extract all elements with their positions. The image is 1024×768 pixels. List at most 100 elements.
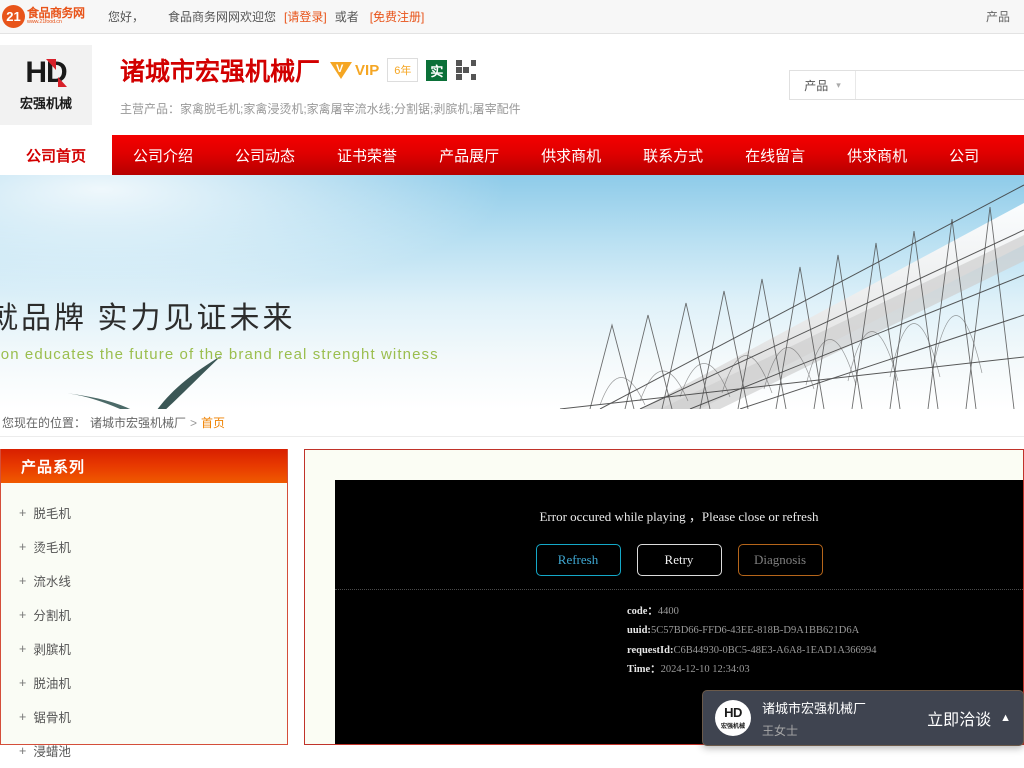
greeting-text: 您好， <box>108 10 145 24</box>
company-logo-mark: HD <box>25 55 67 89</box>
nav-item-about[interactable]: 公司介绍 <box>112 135 214 175</box>
detail-row-code: code：4400 <box>627 602 1023 621</box>
detail-value: 4400 <box>657 606 679 617</box>
detail-row-requestid: requestId:C6B44930-0BC5-48E3-A6A8-1EAD1A… <box>627 641 1023 660</box>
logo-accent-triangle-bottom <box>57 76 67 87</box>
chat-avatar: HD 宏强机械 <box>715 700 751 736</box>
membership-years-badge: 6年 <box>387 58 419 82</box>
chat-company-name: 诸城市宏强机械厂 <box>762 700 867 716</box>
main-nav: 公司首页 公司介绍 公司动态 证书荣誉 产品展厅 供求商机 联系方式 在线留言 … <box>0 135 1024 175</box>
breadcrumb-prefix: 您现在的位置： <box>2 416 87 430</box>
verified-badge: 实 <box>426 59 448 81</box>
banner-text: 造就品牌 实力见证未来 ofession educates the future… <box>0 293 439 363</box>
breadcrumb-current[interactable]: 首页 <box>201 414 225 431</box>
sidebar-item-label: 分割机 <box>33 609 71 623</box>
topbar-product-link[interactable]: 产品 <box>986 8 1010 25</box>
chat-cta-label: 立即洽谈 <box>927 712 992 729</box>
qr-code-icon[interactable] <box>456 60 477 80</box>
sidebar-item-tuoyouji[interactable]: + 脱油机 <box>19 665 287 699</box>
plus-icon: + <box>19 539 27 554</box>
breadcrumb: 您现在的位置： 诸城市宏强机械厂 > 首页 <box>0 409 1024 437</box>
nav-item-products[interactable]: 产品展厅 <box>418 135 520 175</box>
sidebar-list: + 脱毛机 + 烫毛机 + 流水线 + 分割机 + 剥膑机 + 脱油机 + 锯骨… <box>1 483 287 768</box>
sidebar-item-jinlachi[interactable]: + 浸蜡池 <box>19 733 287 767</box>
header-search[interactable]: 产品 ▾ <box>789 70 1024 100</box>
or-label: 或者 <box>334 10 359 24</box>
welcome-text: 食品商务网网欢迎您 <box>168 10 277 24</box>
logo-accent-triangle-top <box>46 58 57 70</box>
sidebar-item-label: 锯骨机 <box>33 711 71 725</box>
nav-item-contact[interactable]: 联系方式 <box>622 135 724 175</box>
player-action-buttons: Refresh Retry Diagnosis <box>335 544 1023 576</box>
sidebar-item-label: 剥膑机 <box>33 643 71 657</box>
company-main-products: 主营产品：家禽脱毛机;家禽浸烫机;家禽屠宰流水线;分割锯;剥膑机;屠宰配件 <box>120 102 521 116</box>
breadcrumb-separator: > <box>190 415 198 430</box>
search-category-select[interactable]: 产品 ▾ <box>790 71 856 99</box>
site-logo[interactable]: 21 食品商务网 www.21food.cn <box>2 4 86 30</box>
search-input[interactable] <box>856 71 1024 99</box>
company-logo[interactable]: HD 宏强机械 <box>0 44 92 125</box>
sidebar-item-fengeji[interactable]: + 分割机 <box>19 597 287 631</box>
banner-subline: ofession educates the future of the bran… <box>0 346 439 363</box>
player-error-message: Error occured while playing ，Please clos… <box>539 509 819 524</box>
detail-value: 5C57BD66-FFD6-43EE-818B-D9A1BB621D6A <box>650 625 860 637</box>
chat-widget[interactable]: HD 宏强机械 诸城市宏强机械厂 王女士 立即洽谈 ▲ <box>702 690 1024 746</box>
vip-label: VIP <box>355 61 380 79</box>
sidebar-item-label: 浸蜡池 <box>33 745 71 759</box>
detail-value: 2024-12-10 12:34:03 <box>660 664 750 676</box>
plus-icon: + <box>19 675 27 690</box>
banner-illustration <box>67 184 1024 409</box>
nav-item-message[interactable]: 在线留言 <box>724 135 826 175</box>
nav-item-certificates[interactable]: 证书荣誉 <box>316 135 418 175</box>
nav-item-home[interactable]: 公司首页 <box>0 135 113 175</box>
player-error-details: code：4400 uuid:5C57BD66-FFD6-43EE-818B-D… <box>335 590 1023 680</box>
chat-cta-button[interactable]: 立即洽谈 ▲ <box>927 706 1011 730</box>
detail-value: C6B44930-0BC5-48E3-A6A8-1EAD1A366994 <box>673 644 877 656</box>
nav-item-supply-demand[interactable]: 供求商机 <box>520 135 622 175</box>
company-logo-subtitle: 宏强机械 <box>19 95 72 111</box>
sidebar-item-label: 流水线 <box>33 575 71 589</box>
avatar-subtitle: 宏强机械 <box>720 724 745 730</box>
plus-icon: + <box>19 573 27 588</box>
nav-item-news[interactable]: 公司动态 <box>214 135 316 175</box>
caret-up-icon: ▲ <box>1000 712 1011 724</box>
sidebar-item-label: 脱毛机 <box>33 507 71 521</box>
detail-key: requestId: <box>627 644 674 656</box>
login-link[interactable]: [请登录] <box>284 8 327 25</box>
chevron-down-icon: ▾ <box>836 79 841 90</box>
detail-key: Time： <box>627 664 661 676</box>
sidebar-item-label: 烫毛机 <box>33 541 71 555</box>
search-category-label: 产品 <box>804 78 829 93</box>
refresh-button[interactable]: Refresh <box>535 544 621 576</box>
sidebar-item-liushuixian[interactable]: + 流水线 <box>19 563 287 597</box>
nav-item-company[interactable]: 公司 <box>928 135 1000 175</box>
plus-icon: + <box>19 743 27 758</box>
sidebar-item-bopinji[interactable]: + 剥膑机 <box>19 631 287 665</box>
vip-diamond-icon <box>330 61 353 79</box>
register-link[interactable]: [免费注册] <box>370 8 425 25</box>
sidebar-item-label: 脱油机 <box>33 677 71 691</box>
chat-contact-person: 王女士 <box>762 723 799 738</box>
product-sidebar: 产品系列 + 脱毛机 + 烫毛机 + 流水线 + 分割机 + 剥膑机 + 脱油机… <box>0 449 288 759</box>
company-name: 诸城市宏强机械厂 <box>120 58 321 86</box>
company-header: HD 宏强机械 诸城市宏强机械厂 VIP 6年 实 主营产品：家禽脱毛机;家禽浸… <box>0 34 1024 135</box>
banner-headline: 造就品牌 实力见证未来 <box>0 302 296 335</box>
detail-row-uuid: uuid:5C57BD66-FFD6-43EE-818B-D9A1BB621D6… <box>627 621 1023 640</box>
plus-icon: + <box>19 709 27 724</box>
avatar-mark: HD <box>724 705 742 720</box>
retry-button[interactable]: Retry <box>636 544 722 576</box>
sidebar-item-tuomaoji[interactable]: + 脱毛机 <box>19 495 287 529</box>
detail-row-time: Time：2024-12-10 12:34:03 <box>627 660 1023 679</box>
sidebar-item-juguji[interactable]: + 锯骨机 <box>19 699 287 733</box>
vip-badge: VIP <box>330 61 380 79</box>
plus-icon: + <box>19 607 27 622</box>
breadcrumb-company[interactable]: 诸城市宏强机械厂 <box>90 414 186 431</box>
detail-key: code： <box>627 606 658 617</box>
site-logo-url: www.21food.cn <box>27 19 62 26</box>
plus-icon: + <box>19 641 27 656</box>
nav-item-supply-demand-2[interactable]: 供求商机 <box>826 135 928 175</box>
sidebar-item-tangmaoji[interactable]: + 烫毛机 <box>19 529 287 563</box>
diagnosis-button[interactable]: Diagnosis <box>737 544 823 576</box>
sidebar-title: 产品系列 <box>1 449 287 483</box>
top-bar: 21 食品商务网 www.21food.cn 您好， 食品商务网网欢迎您 [请登… <box>0 0 1024 34</box>
